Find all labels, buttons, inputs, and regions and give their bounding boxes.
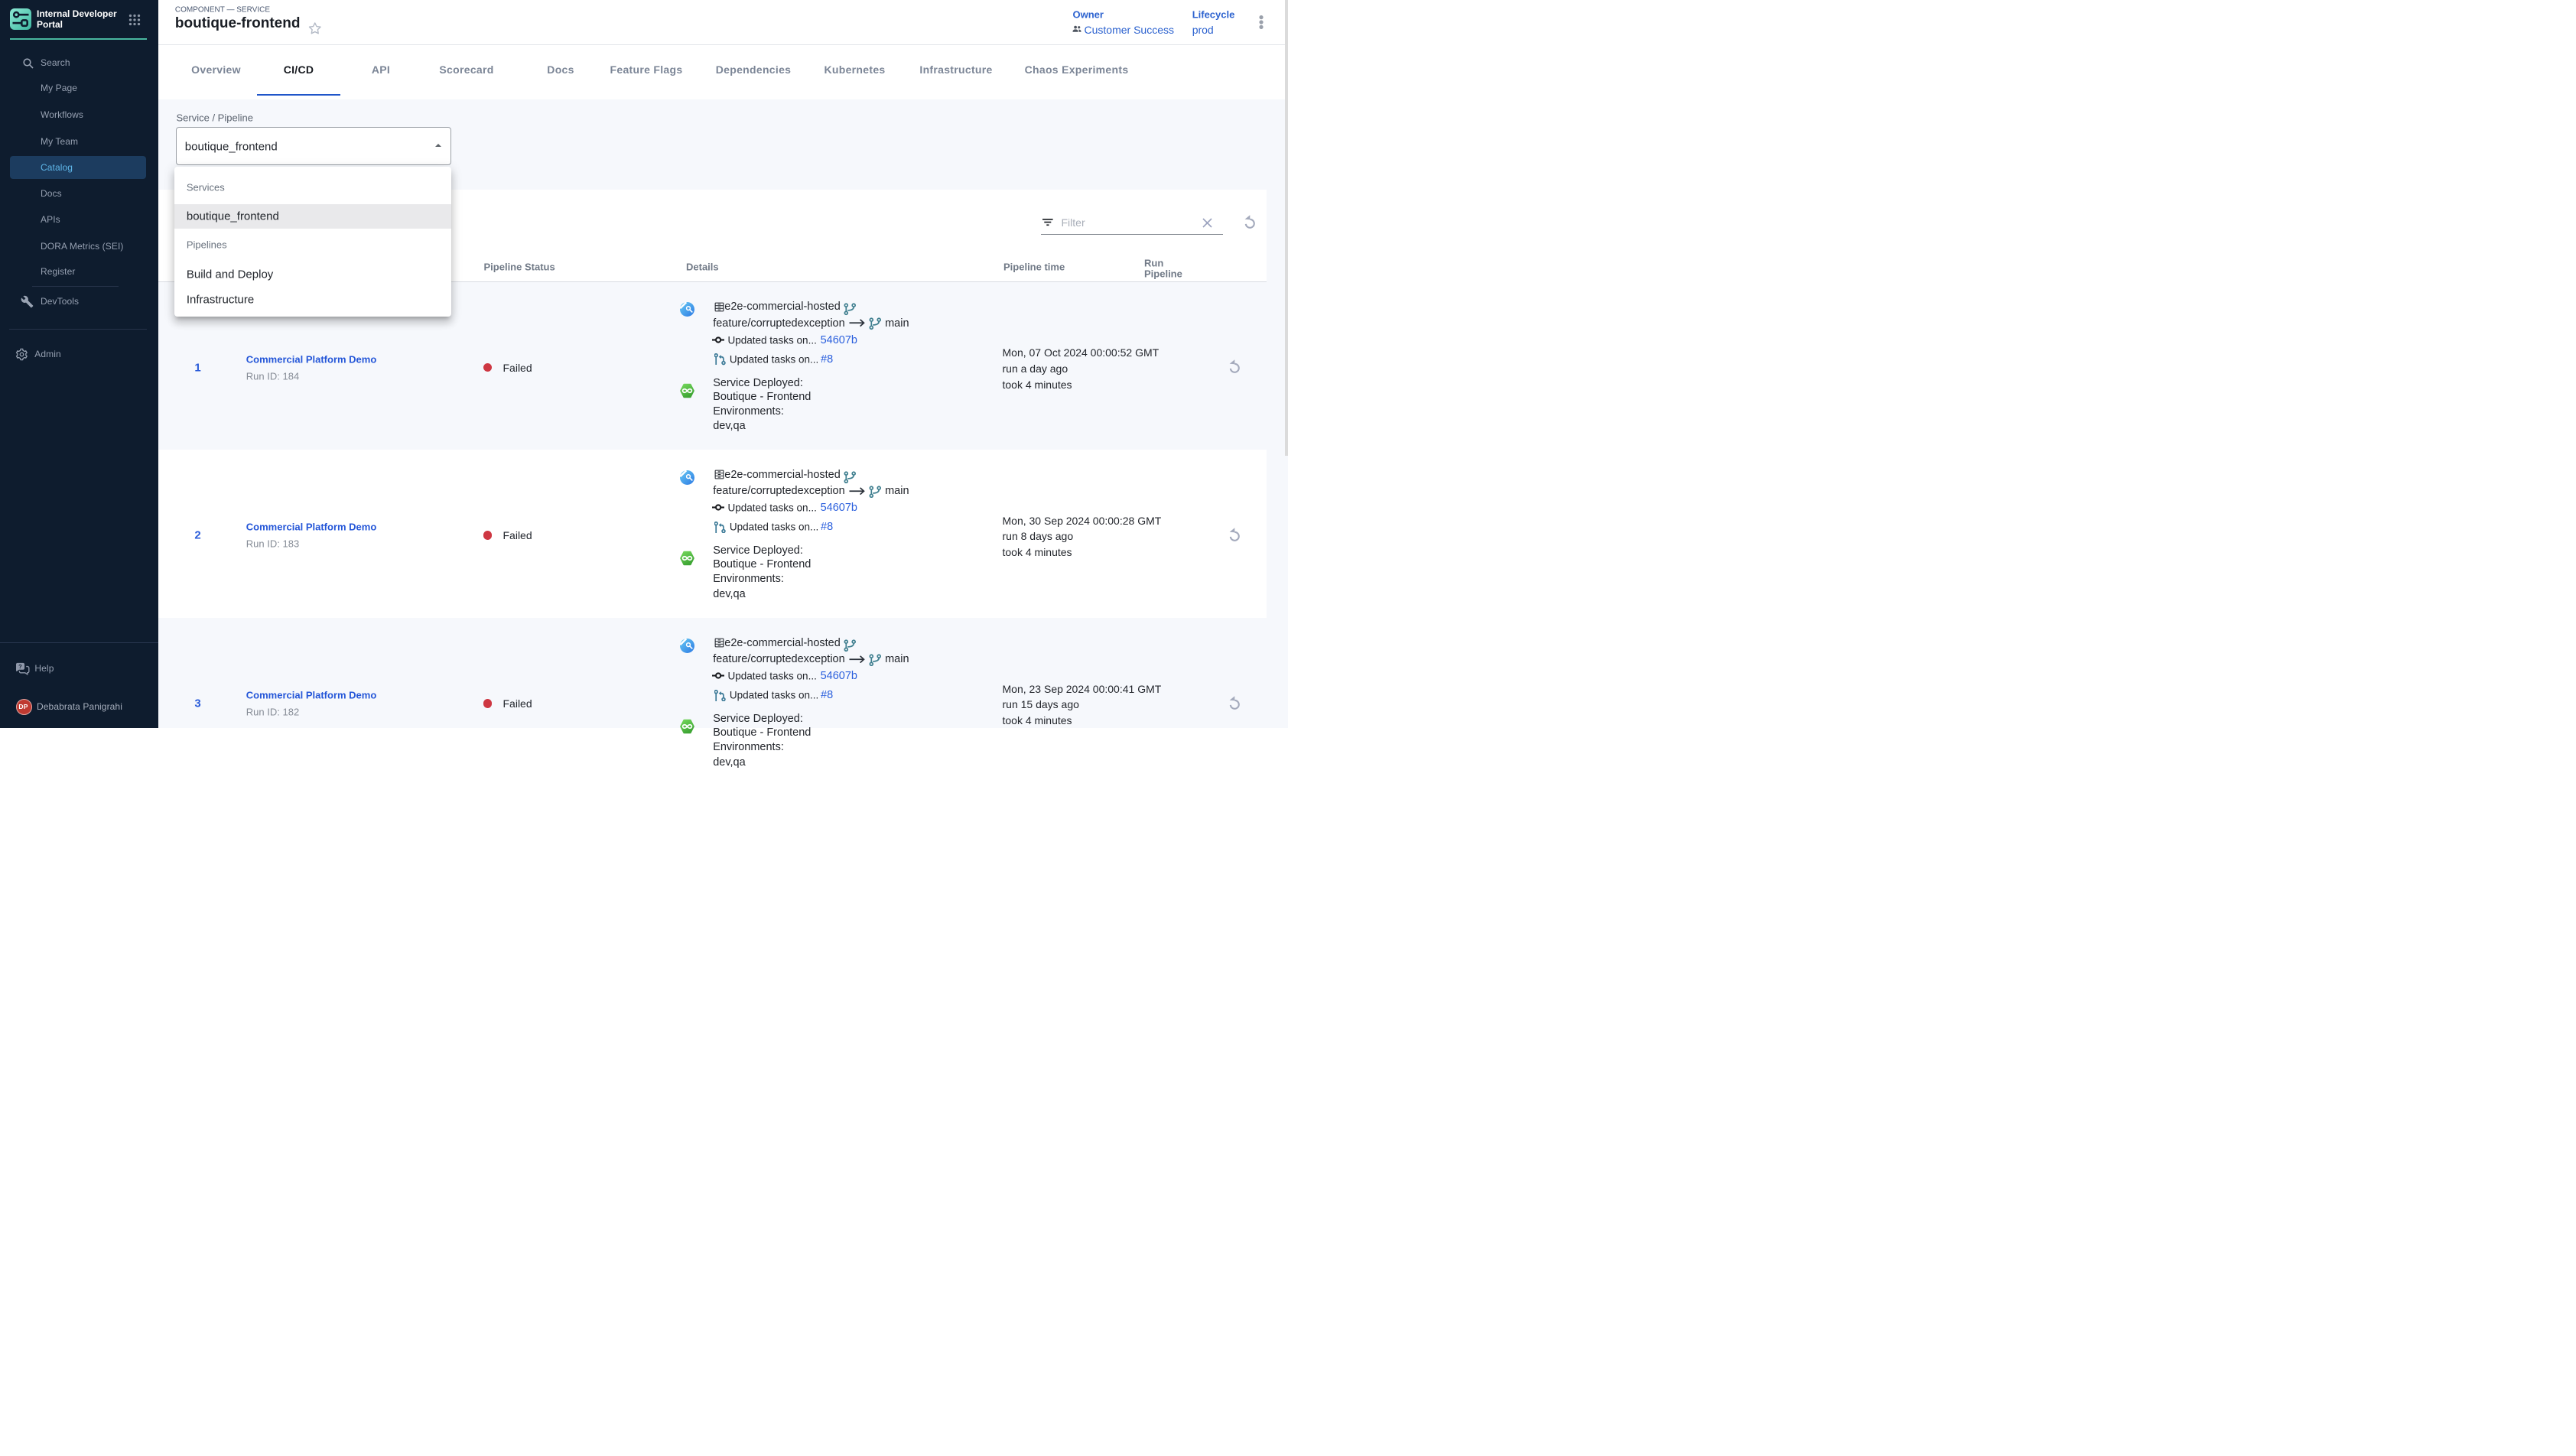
svg-text:?: ? xyxy=(18,663,22,670)
